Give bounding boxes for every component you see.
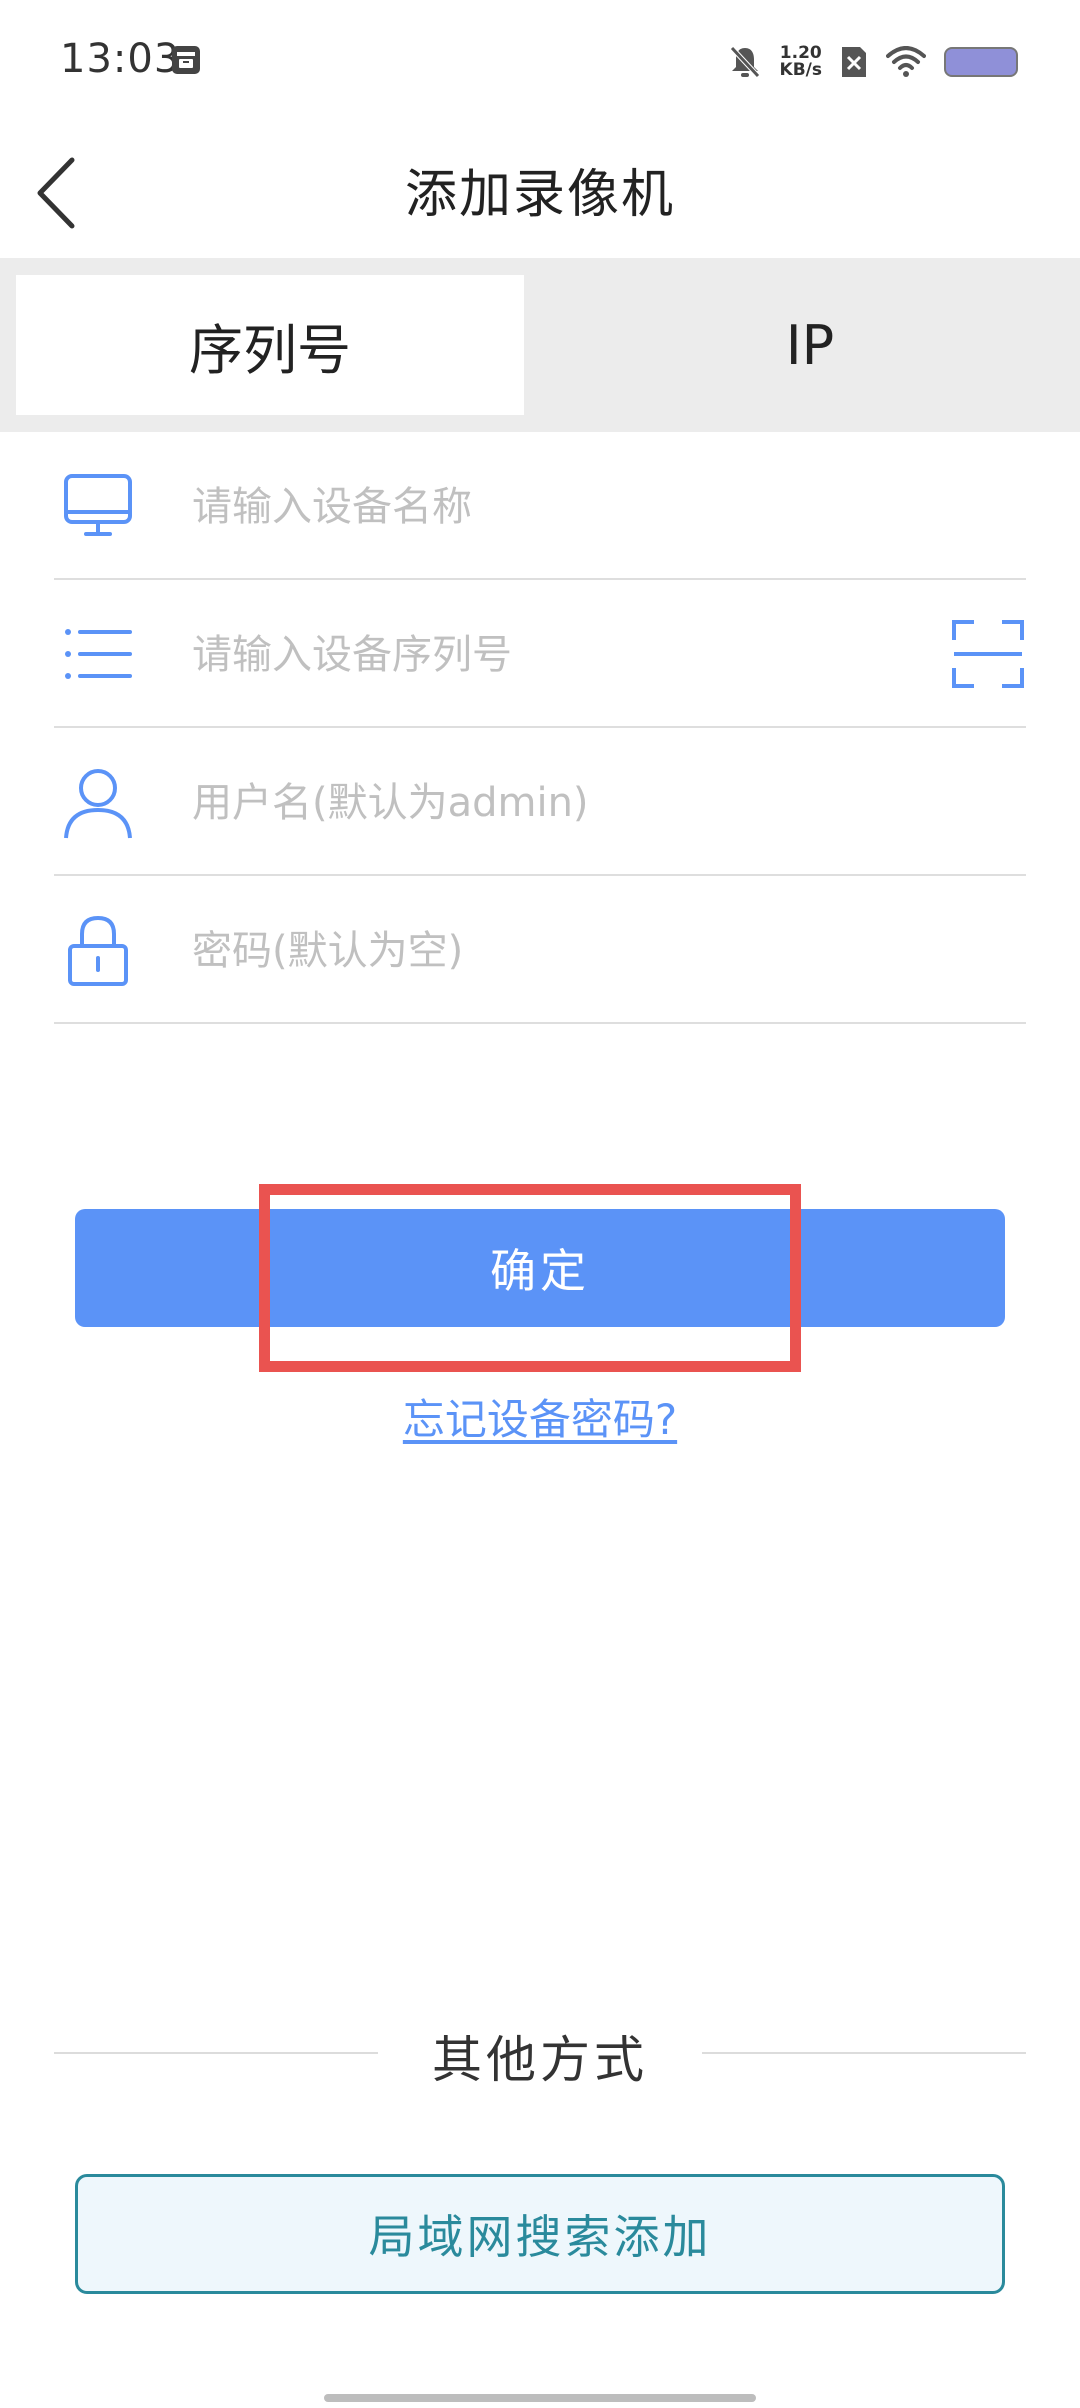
list-icon (65, 629, 132, 679)
page-title: 添加录像机 (404, 165, 675, 225)
no-sim-icon (842, 47, 866, 77)
device-name-input[interactable] (190, 472, 910, 542)
password-input[interactable] (190, 916, 910, 986)
divider-right (702, 2052, 1026, 2054)
status-bar: 13:03 1.20 KB/s (0, 0, 1080, 130)
wifi-icon (886, 46, 926, 77)
user-icon (64, 769, 132, 839)
serial-number-row (54, 580, 1026, 728)
confirm-button[interactable]: 确定 (75, 1209, 1005, 1327)
header: 添加录像机 (0, 130, 1080, 258)
tab-serial-number[interactable]: 序列号 (16, 275, 524, 415)
lan-search-add-button[interactable]: 局域网搜索添加 (75, 2174, 1005, 2294)
forgot-password-link[interactable]: 忘记设备密码? (0, 1386, 1080, 1447)
network-speed: 1.20 KB/s (780, 45, 822, 79)
battery-icon (944, 47, 1018, 77)
username-row (54, 728, 1026, 876)
app-notification-icon (172, 46, 200, 74)
status-time: 13:03 (60, 36, 181, 82)
device-name-row (54, 432, 1026, 580)
lock-icon (68, 915, 128, 986)
status-indicators: 1.20 KB/s (728, 40, 1020, 84)
other-methods-title: 其他方式 (432, 2031, 648, 2089)
password-row (54, 876, 1026, 1024)
tab-ip[interactable]: IP (556, 275, 1064, 415)
serial-number-input[interactable] (190, 620, 910, 690)
scan-icon[interactable] (950, 616, 1026, 692)
username-input[interactable] (190, 768, 910, 838)
gesture-nav-handle[interactable] (324, 2394, 756, 2402)
tab-bar: 序列号 IP (0, 258, 1080, 432)
network-speed-unit: KB/s (779, 60, 822, 80)
mute-bell-icon (729, 46, 760, 78)
monitor-icon (64, 474, 132, 536)
